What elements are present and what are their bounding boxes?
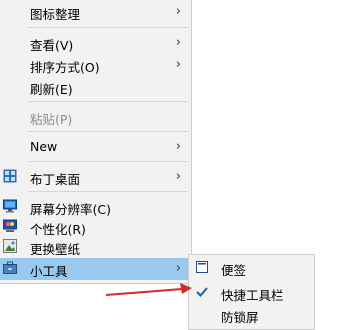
submenu-item-sticky-note[interactable]: 便签: [189, 257, 314, 279]
menu-item-label: 图标整理: [30, 7, 81, 22]
monitor-icon: [3, 199, 17, 213]
desktop-background: 图标整理 › 查看(V) › 排序方式(O) › 刷新(E) 粘贴(P) New…: [0, 0, 350, 330]
chevron-right-icon: ›: [175, 35, 181, 50]
menu-item-gadgets[interactable]: 小工具 ›: [0, 258, 191, 280]
menu-separator: [28, 101, 188, 102]
menu-item-paste: 粘贴(P): [0, 106, 191, 128]
toolbox-icon: [3, 261, 17, 275]
menu-item-change-wallpaper[interactable]: 更换壁纸: [0, 236, 191, 258]
check-icon: [195, 285, 209, 299]
chevron-right-icon: ›: [175, 139, 181, 154]
submenu-item-quick-toolbar[interactable]: 快捷工具栏: [189, 282, 314, 304]
menu-item-buding-desktop[interactable]: 布丁桌面 ›: [0, 166, 191, 188]
menu-item-icon-arrange[interactable]: 图标整理 ›: [0, 1, 191, 23]
desktop-context-menu: 图标整理 › 查看(V) › 排序方式(O) › 刷新(E) 粘贴(P) New…: [0, 0, 192, 284]
submenu-item-label: 快捷工具栏: [221, 288, 284, 303]
menu-item-label: 布丁桌面: [30, 172, 81, 187]
menu-item-new[interactable]: New ›: [0, 136, 191, 158]
gadgets-submenu: 便签 快捷工具栏 防锁屏: [188, 254, 315, 330]
chevron-right-icon: ›: [175, 4, 181, 19]
wallpaper-icon: [3, 239, 17, 253]
menu-separator: [28, 131, 188, 132]
menu-item-refresh[interactable]: 刷新(E): [0, 76, 191, 98]
chevron-right-icon: ›: [175, 57, 181, 72]
personalize-icon: [3, 219, 17, 233]
menu-item-label: 更换壁纸: [30, 242, 81, 257]
menu-item-label: 小工具: [30, 264, 68, 279]
submenu-item-label: 便签: [221, 263, 247, 278]
menu-item-view[interactable]: 查看(V) ›: [0, 32, 191, 54]
menu-item-label: New: [30, 139, 58, 154]
chevron-right-icon: ›: [175, 169, 181, 184]
note-icon: [195, 260, 209, 274]
menu-item-personalize[interactable]: 个性化(R): [0, 216, 191, 238]
menu-item-label: 排序方式(O): [30, 60, 100, 75]
menu-item-label: 粘贴(P): [30, 112, 73, 127]
chevron-right-icon: ›: [175, 261, 181, 276]
menu-separator: [28, 161, 188, 162]
submenu-item-label: 防锁屏: [221, 310, 259, 325]
menu-item-sort-by[interactable]: 排序方式(O) ›: [0, 54, 191, 76]
annotation-arrow-icon: [105, 283, 192, 296]
menu-separator: [28, 191, 188, 192]
menu-item-label: 刷新(E): [30, 82, 73, 97]
submenu-item-anti-lock-screen[interactable]: 防锁屏: [189, 304, 314, 326]
menu-item-screen-resolution[interactable]: 屏幕分辨率(C): [0, 196, 191, 218]
menu-separator: [28, 27, 188, 28]
menu-item-label: 查看(V): [30, 38, 74, 53]
grid-app-icon: [3, 169, 17, 183]
